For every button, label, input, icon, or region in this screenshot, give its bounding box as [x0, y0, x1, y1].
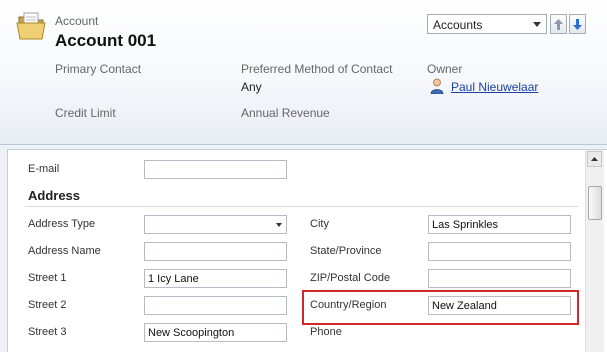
- chevron-down-icon: [276, 223, 282, 227]
- state-province-label: State/Province: [310, 245, 382, 257]
- street-3-field[interactable]: New Scoopington: [144, 323, 287, 342]
- city-label: City: [310, 218, 329, 230]
- form-selector-dropdown[interactable]: Accounts: [427, 14, 547, 34]
- street-3-label: Street 3: [28, 326, 67, 338]
- street-1-label: Street 1: [28, 272, 67, 284]
- city-field[interactable]: Las Sprinkles: [428, 215, 571, 234]
- credit-limit-label: Credit Limit: [55, 106, 116, 120]
- arrow-up-icon: [554, 19, 563, 30]
- address-name-field[interactable]: [144, 242, 287, 261]
- zip-postal-code-label: ZIP/Postal Code: [310, 272, 391, 284]
- preferred-method-value[interactable]: Any: [241, 80, 262, 94]
- country-region-field[interactable]: New Zealand: [428, 296, 571, 315]
- owner-link[interactable]: Paul Nieuwelaar: [451, 80, 538, 94]
- vertical-scrollbar[interactable]: [585, 150, 604, 352]
- arrow-down-icon: [573, 19, 582, 30]
- email-label: E-mail: [28, 163, 60, 175]
- scrollbar-thumb[interactable]: [588, 186, 602, 220]
- street-2-field[interactable]: [144, 296, 287, 315]
- address-type-label: Address Type: [28, 218, 96, 230]
- entity-type-label: Account: [55, 14, 99, 28]
- street-1-field[interactable]: 1 Icy Lane: [144, 269, 287, 288]
- next-record-button[interactable]: [569, 14, 586, 34]
- phone-label: Phone: [310, 326, 342, 338]
- email-field[interactable]: [144, 160, 287, 179]
- previous-record-button[interactable]: [550, 14, 567, 34]
- address-name-label: Address Name: [28, 245, 101, 257]
- preferred-method-label: Preferred Method of Contact: [241, 62, 393, 76]
- address-type-select[interactable]: [144, 215, 287, 234]
- state-province-field[interactable]: [428, 242, 571, 261]
- record-header: Account Account 001 Accounts Primary Con…: [0, 0, 607, 145]
- caret-up-icon: [591, 157, 598, 161]
- form-selector-value: Accounts: [433, 18, 483, 32]
- record-title: Account 001: [55, 31, 157, 50]
- user-icon: [430, 78, 444, 94]
- country-region-label: Country/Region: [310, 299, 387, 311]
- form-body: E-mail Address Address Type Address Name…: [7, 149, 607, 352]
- street-2-label: Street 2: [28, 299, 67, 311]
- folder-icon: [16, 12, 46, 40]
- scroll-up-button[interactable]: [587, 151, 602, 167]
- chevron-down-icon: [533, 22, 541, 27]
- section-divider: [25, 206, 578, 207]
- owner-label: Owner: [427, 62, 463, 76]
- primary-contact-label: Primary Contact: [55, 62, 142, 76]
- zip-postal-code-field[interactable]: [428, 269, 571, 288]
- address-section-title: Address: [28, 188, 81, 203]
- annual-revenue-label: Annual Revenue: [241, 106, 330, 120]
